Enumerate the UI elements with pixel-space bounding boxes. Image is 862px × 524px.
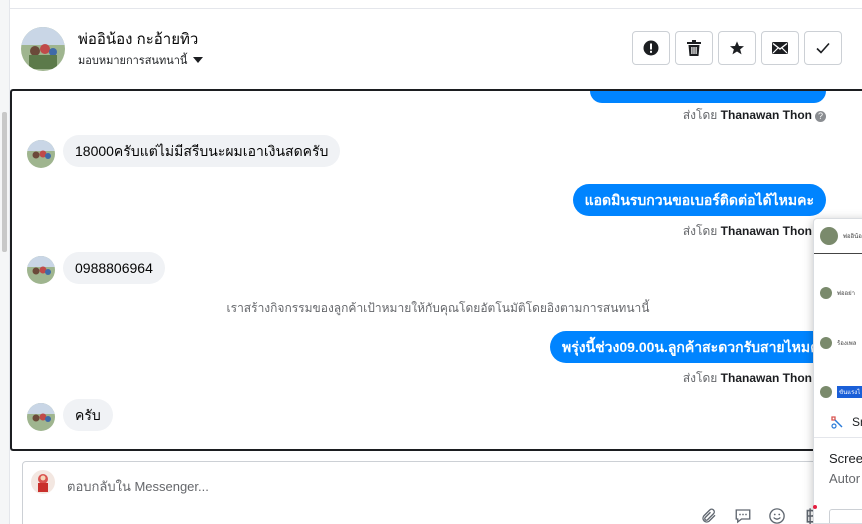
- avatar: [820, 287, 832, 299]
- auto-label: Autor: [829, 471, 861, 486]
- reply-input[interactable]: ตอบกลับใน Messenger...: [67, 476, 209, 497]
- contact-avatar-small: [27, 403, 55, 431]
- system-note: เราสร้างกิจกรรมของลูกค้าเป้าหมายให้กับคุ…: [226, 301, 650, 315]
- incoming-message[interactable]: 18000ครับแต่ไม่มีสรีบนะผมเอาเงินสดครับ: [63, 135, 341, 167]
- header-actions: [632, 31, 842, 65]
- paperclip-icon: [702, 508, 716, 523]
- page-avatar: [31, 470, 55, 494]
- caret-down-icon: [193, 57, 204, 63]
- left-scrollbar[interactable]: [0, 0, 10, 524]
- star-icon: [730, 41, 744, 55]
- notification-dot: [813, 505, 817, 509]
- emoji-button[interactable]: [767, 506, 787, 524]
- popup-row[interactable]: ขันแรงไ: [820, 386, 862, 398]
- incoming-message[interactable]: ครับ: [63, 399, 113, 431]
- outgoing-message[interactable]: แอดมินรบกวนขอเบอร์ติดต่อได้ไหมคะ: [572, 184, 826, 216]
- assign-label: มอบหมายการสนทนานี้: [78, 55, 188, 67]
- snipping-popup: พ่ออิน้อ พ่ออย่า ร้องเพล ขันแรงไ Sn Scre…: [813, 218, 862, 524]
- avatar: [820, 386, 832, 398]
- screenshot-label: Scree: [829, 451, 862, 466]
- avatar: [820, 337, 832, 349]
- popup-divider: [814, 253, 862, 254]
- mark-done-button[interactable]: [804, 31, 842, 65]
- popup-row[interactable]: พ่ออิน้อ: [820, 227, 862, 245]
- sent-by-label: ส่งโดย Thanawan Thon: [682, 224, 812, 238]
- mark-spam-button[interactable]: [632, 31, 670, 65]
- attach-button[interactable]: [699, 506, 719, 524]
- popup-row[interactable]: ร้องเพล: [820, 337, 856, 349]
- star-button[interactable]: [718, 31, 756, 65]
- outgoing-message[interactable]: พรุ่งนี้ช่วง09.00น.ลูกค้าสะดวกรับสายไหมค…: [550, 331, 840, 363]
- info-icon[interactable]: ?: [815, 111, 826, 122]
- snip-tool-icon: [831, 416, 843, 429]
- outgoing-message-partial[interactable]: [590, 91, 826, 103]
- trash-icon: [687, 40, 701, 56]
- composer-tools: [699, 506, 821, 524]
- sent-by-label: ส่งโดย Thanawan Thon?: [683, 106, 826, 125]
- envelope-icon: [772, 42, 788, 54]
- emoji-icon: [769, 508, 785, 524]
- contact-avatar[interactable]: [21, 27, 65, 71]
- popup-separator: [814, 437, 862, 438]
- scrollbar-thumb[interactable]: [2, 112, 7, 252]
- mark-unread-button[interactable]: [761, 31, 799, 65]
- sent-by-label: ส่งโดย Thanawan Thon: [682, 371, 812, 385]
- popup-input[interactable]: [829, 509, 862, 523]
- incoming-message[interactable]: 0988806964: [63, 252, 165, 284]
- avatar: [820, 227, 838, 245]
- contact-avatar-small: [27, 140, 55, 168]
- assign-conversation-dropdown[interactable]: มอบหมายการสนทนานี้: [78, 51, 204, 69]
- checkmark-icon: [816, 42, 830, 54]
- delete-button[interactable]: [675, 31, 713, 65]
- reply-composer[interactable]: ตอบกลับใน Messenger...: [22, 461, 822, 524]
- contact-avatar-small: [27, 256, 55, 284]
- spam-alert-icon: [643, 40, 659, 56]
- conversation-header: พ่ออิน้อง กะอ้ายทิว มอบหมายการสนทนานี้: [10, 9, 862, 89]
- snip-tool-item[interactable]: Sn: [830, 415, 862, 429]
- saved-replies-button[interactable]: [733, 506, 753, 524]
- contact-name: พ่ออิน้อง กะอ้ายทิว: [78, 31, 199, 48]
- chat-bubble-icon: [735, 509, 751, 524]
- popup-row[interactable]: พ่ออย่า: [820, 287, 855, 299]
- message-thread[interactable]: ส่งโดย Thanawan Thon? 18000ครับแต่ไม่มีส…: [10, 89, 862, 451]
